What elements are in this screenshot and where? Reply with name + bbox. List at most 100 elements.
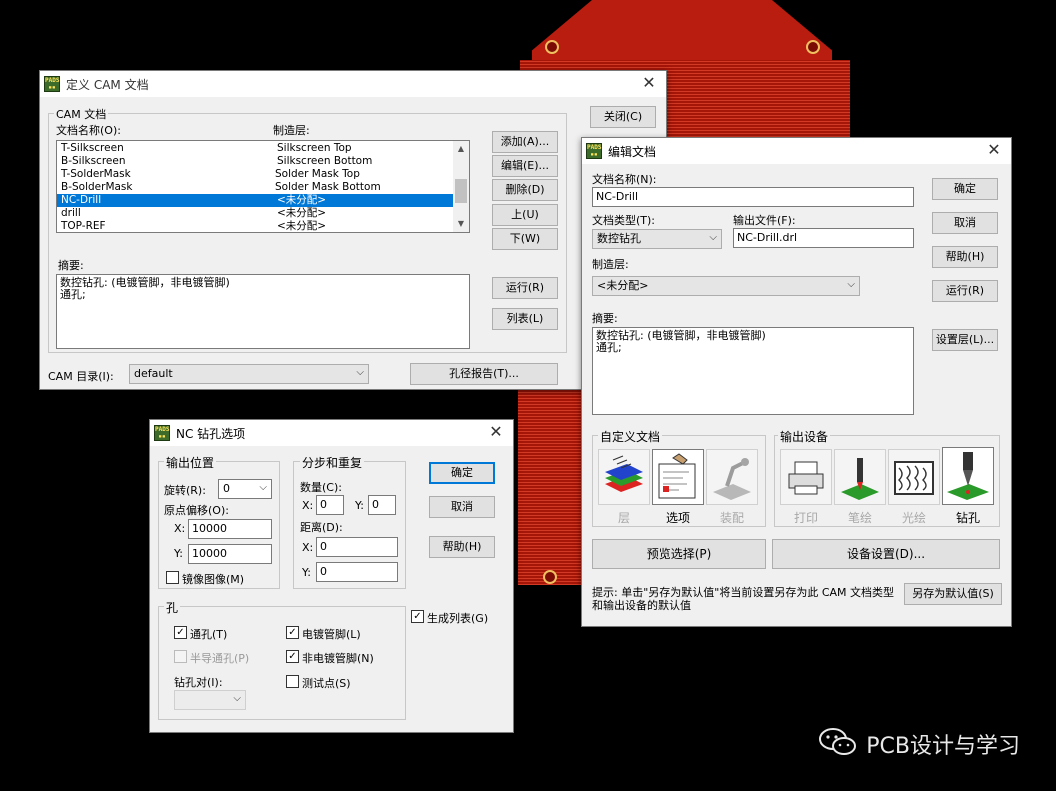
- photo-plot-button[interactable]: [888, 449, 940, 505]
- count-y-label: Y:: [355, 499, 364, 512]
- define-cam-window: PADS ▪▪ 定义 CAM 文档 ✕ CAM 文档 文档名称(O): 制造层: …: [39, 70, 667, 390]
- scroll-thumb[interactable]: [455, 179, 467, 203]
- doc-name-label: 文档名称(N):: [592, 173, 657, 186]
- wechat-icon: [819, 728, 857, 755]
- plated-pins-checkbox[interactable]: ✓: [286, 626, 299, 639]
- move-up-button[interactable]: 上(U): [492, 204, 558, 226]
- pen-plotter-icon: [841, 458, 879, 500]
- mirror-image-label: 镜像图像(M): [182, 573, 245, 586]
- options-label: 选项: [665, 511, 690, 525]
- distance-x-input[interactable]: 0: [316, 537, 398, 557]
- close-icon[interactable]: ✕: [640, 73, 658, 93]
- semi-through-label: 半导通孔(P): [190, 652, 250, 665]
- cam-document-list[interactable]: T-Silkscreen Silkscreen Top B-Silkscreen S…: [56, 140, 470, 233]
- list-item[interactable]: T-Silkscreen Silkscreen Top: [57, 142, 453, 155]
- count-x-input[interactable]: 0: [316, 495, 344, 515]
- drill-button[interactable]: [942, 447, 994, 505]
- print-button[interactable]: [780, 449, 832, 505]
- list-item-selected[interactable]: NC-Drill <未分配>: [57, 194, 453, 207]
- preview-selection-button[interactable]: 预览选择(P): [592, 539, 766, 569]
- origin-y-input[interactable]: 10000: [188, 544, 272, 564]
- save-as-default-button[interactable]: 另存为默认值(S): [904, 583, 1002, 605]
- semi-through-checkbox[interactable]: [174, 650, 187, 663]
- close-icon[interactable]: ✕: [487, 422, 505, 442]
- edit-button[interactable]: 编辑(E)...: [492, 155, 558, 177]
- origin-x-input[interactable]: 10000: [188, 519, 272, 539]
- test-point-checkbox[interactable]: [286, 675, 299, 688]
- ok-button[interactable]: 确定: [429, 462, 495, 484]
- drill-pair-select[interactable]: ⌵: [174, 690, 246, 710]
- cam-directory-select[interactable]: default ⌵: [129, 364, 369, 384]
- pen-plot-button[interactable]: [834, 449, 886, 505]
- layer-column-label: 制造层:: [273, 124, 310, 137]
- cancel-button[interactable]: 取消: [429, 496, 495, 518]
- help-button[interactable]: 帮助(H): [429, 536, 495, 558]
- pcb-traces-lower: [518, 385, 582, 585]
- layers-icon: [605, 455, 643, 492]
- hint-text: 提示: 单击"另存为默认值"将当前设置另存为此 CAM 文档类型和输出设备的默认…: [592, 586, 895, 612]
- move-down-button[interactable]: 下(W): [492, 228, 558, 250]
- assembly-button[interactable]: [706, 449, 758, 505]
- scroll-up-icon[interactable]: ▲: [453, 141, 469, 157]
- list-item[interactable]: B-SolderMask Solder Mask Bottom: [57, 181, 453, 194]
- output-file-input[interactable]: NC-Drill.drl: [733, 228, 914, 248]
- doc-type-label: 文档类型(T):: [592, 214, 656, 227]
- plated-pins-label: 电镀管脚(L): [302, 628, 361, 641]
- doc-type-select[interactable]: 数控钻孔 ⌵: [592, 229, 722, 249]
- layer-select[interactable]: <未分配> ⌵: [592, 276, 860, 296]
- mirror-image-checkbox[interactable]: [166, 571, 179, 584]
- custom-group-title: 自定义文档: [598, 428, 663, 445]
- distance-y-input[interactable]: 0: [316, 562, 398, 582]
- layers-button[interactable]: [598, 449, 650, 505]
- summary-textarea[interactable]: 数控钻孔: (电镀管脚，非电镀管脚) 通孔;: [56, 274, 470, 349]
- doc-name-input[interactable]: NC-Drill: [592, 187, 914, 207]
- close-button[interactable]: 关闭(C): [590, 106, 656, 128]
- list-item[interactable]: drill <未分配>: [57, 207, 453, 220]
- run-button[interactable]: 运行(R): [492, 277, 558, 299]
- layer-value: <未分配>: [597, 279, 649, 292]
- photo-plot-label: 光绘: [901, 511, 926, 525]
- list-button[interactable]: 列表(L): [492, 308, 558, 330]
- pads-app-icon: PADS ▪▪: [586, 143, 602, 159]
- count-y-input[interactable]: 0: [368, 495, 396, 515]
- device-setup-button[interactable]: 设备设置(D)...: [772, 539, 1000, 569]
- pcb-pad: [543, 570, 557, 584]
- count-label: 数量(C):: [300, 481, 342, 494]
- watermark: PCB设计与学习: [819, 728, 1020, 760]
- ok-button[interactable]: 确定: [932, 178, 998, 200]
- set-layer-button[interactable]: 设置层(L)...: [932, 329, 998, 351]
- layers-label: 层: [617, 511, 630, 525]
- cancel-button[interactable]: 取消: [932, 212, 998, 234]
- layer-label: 制造层:: [592, 258, 629, 271]
- nonplated-pins-checkbox[interactable]: ✓: [286, 650, 299, 663]
- cam-group-title: CAM 文档: [54, 106, 109, 122]
- summary-textarea[interactable]: 数控钻孔: (电镀管脚，非电镀管脚) 通孔;: [592, 327, 914, 415]
- list-scrollbar[interactable]: ▲ ▼: [453, 141, 469, 232]
- help-button[interactable]: 帮助(H): [932, 246, 998, 268]
- list-item[interactable]: B-Silkscreen Silkscreen Bottom: [57, 155, 453, 168]
- list-item[interactable]: T-SolderMask Solder Mask Top: [57, 168, 453, 181]
- close-icon[interactable]: ✕: [985, 140, 1003, 160]
- rotate-value: 0: [223, 482, 230, 495]
- define-cam-titlebar[interactable]: PADS ▪▪ 定义 CAM 文档 ✕: [40, 71, 666, 97]
- options-button[interactable]: [652, 449, 704, 505]
- through-hole-checkbox[interactable]: ✓: [174, 626, 187, 639]
- drill-pair-label: 钻孔对(I):: [174, 676, 223, 689]
- edit-document-window: PADS ▪▪ 编辑文档 ✕ 文档名称(N): NC-Drill 文档类型(T):…: [581, 137, 1012, 627]
- test-point-label: 测试点(S): [302, 677, 351, 690]
- nc-drill-titlebar[interactable]: PADS ▪▪ NC 钻孔选项 ✕: [150, 420, 513, 446]
- rotate-select[interactable]: 0 ⌵: [218, 479, 272, 499]
- add-button[interactable]: 添加(A)...: [492, 131, 558, 153]
- generate-list-checkbox[interactable]: ✓: [411, 610, 424, 623]
- delete-button[interactable]: 删除(D): [492, 179, 558, 201]
- scroll-down-icon[interactable]: ▼: [453, 216, 469, 232]
- run-button[interactable]: 运行(R): [932, 280, 998, 302]
- list-item[interactable]: TOP-REF <未分配>: [57, 220, 453, 232]
- assembly-robot-icon: [713, 458, 751, 500]
- holes-title: 孔: [164, 599, 181, 616]
- generate-list-label: 生成列表(G): [427, 612, 489, 625]
- assembly-label: 装配: [719, 511, 744, 525]
- drill-report-button[interactable]: 孔径报告(T)...: [410, 363, 558, 385]
- origin-x-label: X:: [174, 522, 186, 535]
- edit-document-titlebar[interactable]: PADS ▪▪ 编辑文档 ✕: [582, 138, 1011, 164]
